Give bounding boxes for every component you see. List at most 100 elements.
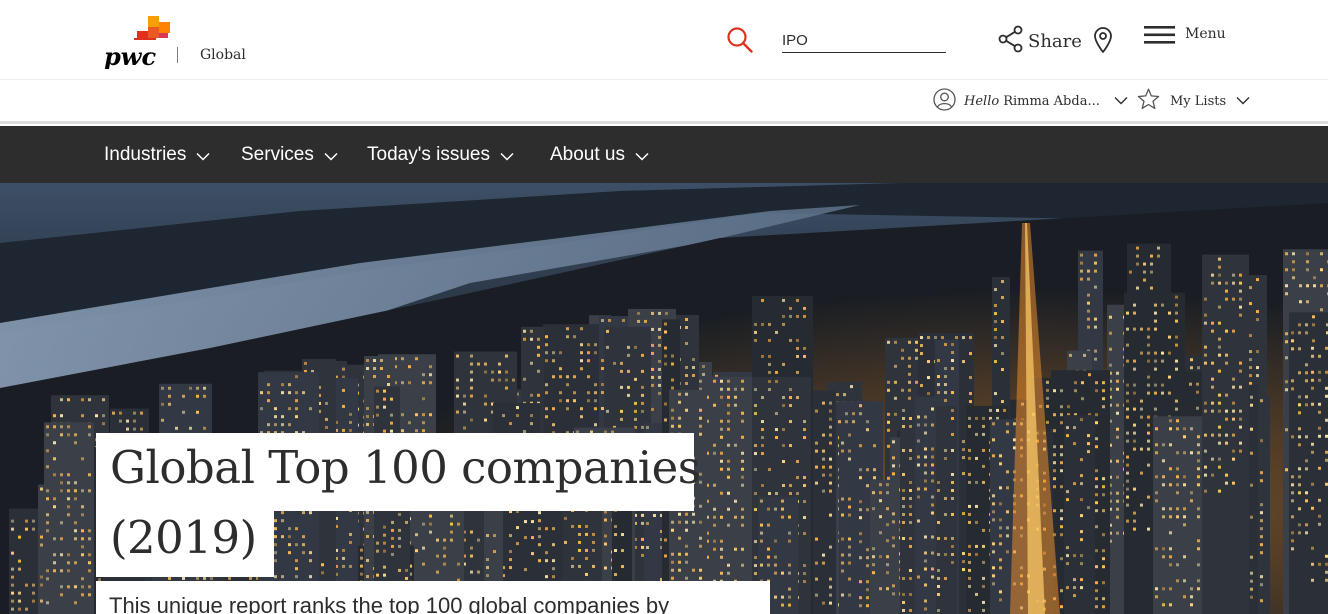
building-window — [982, 584, 985, 588]
building-window — [1150, 262, 1153, 266]
building-window — [470, 362, 473, 366]
building-window — [994, 288, 997, 292]
building-window — [845, 420, 848, 424]
building-window — [1196, 390, 1199, 394]
building-window — [845, 412, 848, 416]
building-window — [968, 456, 971, 460]
building-window — [1311, 378, 1314, 382]
nav-item-services[interactable]: Services — [241, 126, 338, 183]
building-window — [1298, 427, 1301, 431]
building-window — [1291, 483, 1294, 487]
building-window — [463, 394, 466, 398]
building-window — [1256, 366, 1259, 370]
building-window — [968, 560, 971, 564]
building-window — [1311, 346, 1314, 350]
building-window — [969, 336, 972, 340]
building-window — [1291, 331, 1294, 335]
building-window — [88, 398, 91, 402]
nav-item-industries[interactable]: Industries — [104, 126, 210, 183]
building-window — [969, 376, 972, 380]
building-window — [505, 354, 508, 358]
building-window — [1298, 531, 1301, 535]
building-window — [1046, 404, 1049, 408]
building-window — [81, 398, 84, 402]
my-lists-dropdown[interactable]: My Lists — [1137, 88, 1250, 113]
territory-label[interactable]: Global — [200, 47, 246, 63]
building-window — [1256, 310, 1259, 314]
building-window — [1298, 347, 1301, 351]
building-window — [866, 588, 869, 592]
building-window — [102, 422, 105, 426]
building-window — [1260, 527, 1263, 531]
nav-item-todays-issues[interactable]: Today's issues — [367, 126, 514, 183]
hamburger-icon — [1144, 24, 1175, 51]
building-window — [1080, 269, 1083, 273]
building-window — [886, 563, 889, 567]
nav-item-label: Industries — [104, 143, 187, 165]
building-window — [1311, 370, 1314, 374]
building-window — [1196, 382, 1199, 386]
building-window — [470, 570, 473, 574]
building-window — [866, 484, 869, 488]
building-window — [859, 596, 862, 600]
building-window — [1136, 246, 1139, 250]
building-window — [1001, 400, 1004, 404]
building-window — [994, 328, 997, 332]
building-window — [969, 400, 972, 404]
nav-item-label: Today's issues — [367, 143, 490, 165]
location-pin-icon[interactable] — [1092, 26, 1114, 54]
building-window — [894, 412, 897, 416]
chevron-down-icon — [1114, 94, 1128, 109]
building-window — [1260, 599, 1263, 603]
building-window — [968, 424, 971, 428]
building-window — [60, 414, 63, 418]
building-window — [894, 364, 897, 368]
building-window — [1143, 278, 1146, 282]
building-window — [1087, 277, 1090, 281]
building-window — [1298, 507, 1301, 511]
building-window — [1249, 374, 1252, 378]
building-window — [866, 420, 869, 424]
building-window — [1298, 323, 1301, 327]
building-window — [1305, 523, 1308, 527]
building-window — [941, 336, 944, 340]
building-window — [968, 552, 971, 556]
user-account-dropdown[interactable]: Hello Rimma Abda... — [933, 87, 1128, 113]
building-window — [1190, 358, 1193, 362]
building-window — [968, 504, 971, 508]
building-window — [886, 483, 889, 487]
building-window — [415, 429, 418, 433]
building-window — [484, 402, 487, 406]
building-window — [908, 396, 911, 400]
building-window — [1094, 269, 1097, 273]
building-window — [927, 376, 930, 380]
menu-button[interactable]: Menu — [1144, 24, 1226, 51]
building-window — [996, 408, 999, 412]
building-window — [887, 340, 890, 344]
building-window — [1320, 284, 1323, 288]
building-window — [968, 608, 971, 612]
building-window — [859, 412, 862, 416]
building-window — [1260, 439, 1263, 443]
building-window — [360, 548, 363, 552]
pwc-logo[interactable]: pwc — [104, 15, 176, 69]
building-window — [102, 398, 105, 402]
building-window — [887, 444, 890, 448]
building-window — [994, 320, 997, 324]
building-window — [886, 539, 889, 543]
building-window — [429, 413, 432, 417]
building-window — [415, 413, 418, 417]
nav-item-about-us[interactable]: About us — [550, 126, 649, 183]
building-window — [498, 362, 501, 366]
building-window — [873, 468, 876, 472]
search-icon[interactable] — [726, 26, 754, 54]
share-button[interactable]: Share — [998, 25, 1082, 56]
building-window — [879, 499, 882, 503]
building-window — [119, 411, 122, 415]
building-window — [872, 547, 875, 551]
search-input[interactable] — [782, 28, 946, 53]
building-window — [1312, 339, 1315, 343]
building-window — [1298, 403, 1301, 407]
building-window — [873, 444, 876, 448]
chevron-down-icon — [635, 145, 649, 167]
